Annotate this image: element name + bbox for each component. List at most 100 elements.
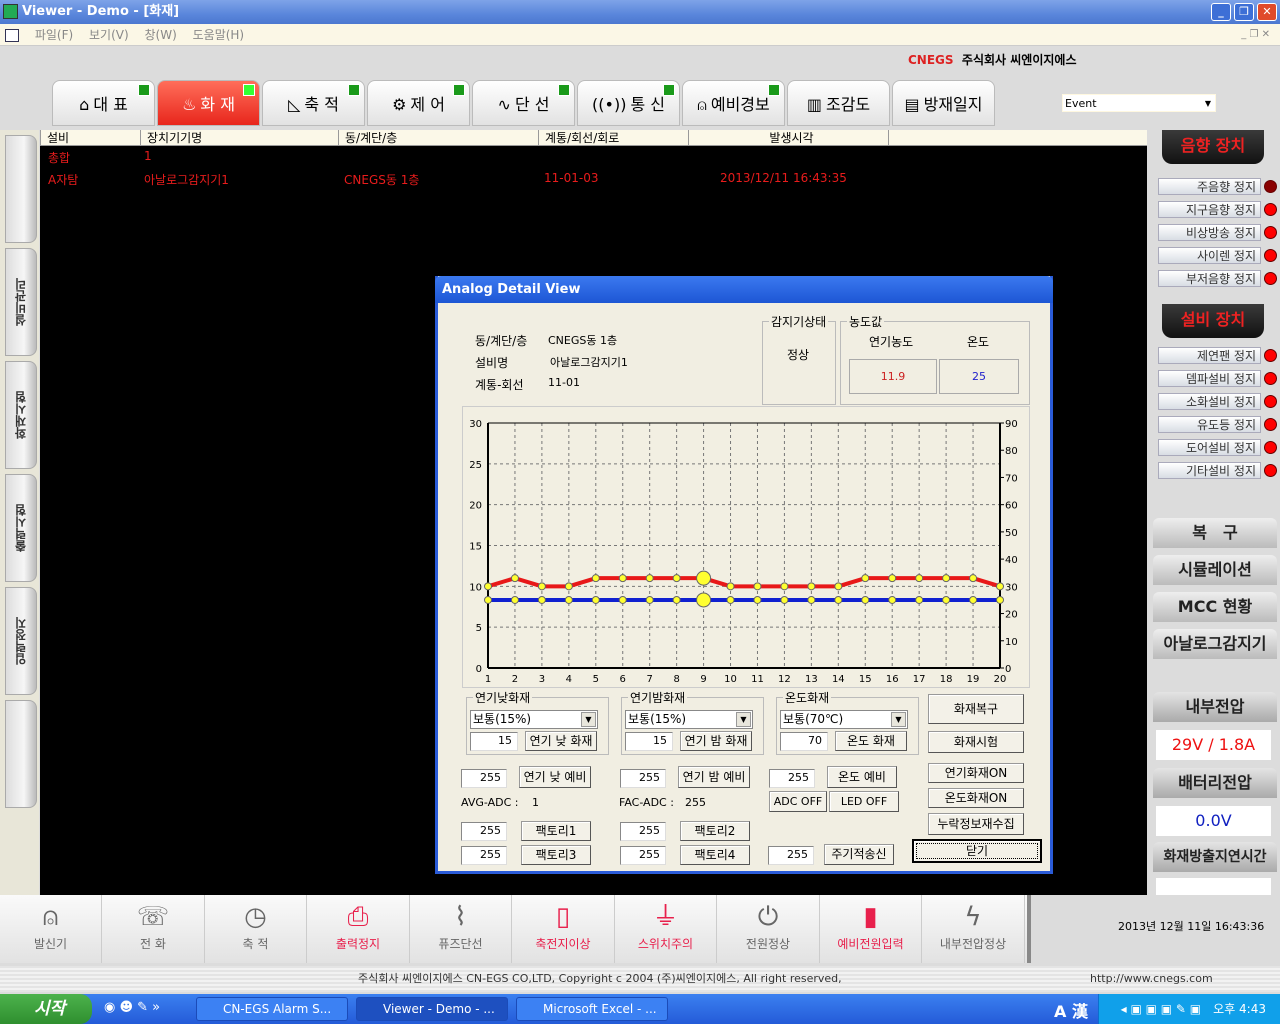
action-button-0[interactable]: 화재복구 <box>928 694 1024 724</box>
column-header[interactable]: 발생시각 <box>688 130 888 146</box>
table-row[interactable]: A자탐 아날로그감지기1 CNEGS동 1층 11-01-03 2013/12/11 1… <box>40 170 1147 190</box>
menu-file[interactable]: 파일(F) <box>35 28 73 42</box>
left-tab-2[interactable]: 화재시험 <box>5 361 37 469</box>
left-tab-3[interactable]: 출력시험 <box>5 474 37 582</box>
factory-button[interactable]: 팩토리2 <box>680 821 750 841</box>
adc-off-button[interactable]: ADC OFF <box>769 791 827 812</box>
side-button-1[interactable]: 시뮬레이션 <box>1153 555 1277 585</box>
equipment-stop-button[interactable]: 도어설비 정지 <box>1158 439 1261 456</box>
led-off-button[interactable]: LED OFF <box>829 791 899 812</box>
tab-2[interactable]: ◺ 축 적 <box>262 80 365 126</box>
action-button-3[interactable]: 온도화재ON <box>928 788 1024 808</box>
threshold-select[interactable]: 보통(70℃) ▼ <box>780 710 908 729</box>
factory-input[interactable]: 255 <box>461 822 507 841</box>
sound-stop-button[interactable]: 사이렌 정지 <box>1158 247 1261 264</box>
status-8[interactable]: ▮ 예비전원입력 <box>820 895 922 963</box>
factory-input[interactable]: 255 <box>461 846 507 865</box>
action-button-1[interactable]: 화재시험 <box>928 731 1024 753</box>
threshold-input[interactable]: 15 <box>470 732 518 751</box>
sound-stop-button[interactable]: 부저음향 정지 <box>1158 270 1261 287</box>
equipment-stop-button[interactable]: 뎀파설비 정지 <box>1158 370 1261 387</box>
reserve-button[interactable]: 연기 밤 예비 <box>678 766 750 788</box>
task-excel[interactable]: Microsoft Excel - ... <box>516 997 668 1021</box>
threshold-input[interactable]: 15 <box>625 732 673 751</box>
column-header[interactable]: 동/계단/층 <box>338 130 538 146</box>
close-window-button[interactable]: ✕ <box>1257 3 1277 21</box>
factory-button[interactable]: 팩토리4 <box>680 845 750 865</box>
status-2[interactable]: ◷ 축 적 <box>205 895 307 963</box>
sound-stop-button[interactable]: 지구음향 정지 <box>1158 201 1261 218</box>
tab-0[interactable]: ⌂ 대 표 <box>52 80 155 126</box>
periodic-send-button[interactable]: 주기적송신 <box>824 844 894 865</box>
fire-button[interactable]: 연기 밤 화재 <box>680 731 752 751</box>
status-5[interactable]: ▯ 축전지이상 <box>513 895 615 963</box>
quick-launch-icons[interactable]: ◉ ☻ ✎ » <box>104 1000 160 1015</box>
side-button-3[interactable]: 아날로그감지기 <box>1153 629 1277 659</box>
sound-stop-button[interactable]: 비상방송 정지 <box>1158 224 1261 241</box>
internal-voltage-label: 내부전압 <box>1153 692 1277 722</box>
close-dialog-button[interactable]: 닫기 <box>912 839 1042 863</box>
action-button-2[interactable]: 연기화재ON <box>928 763 1024 783</box>
status-4[interactable]: ⌇ 퓨즈단선 <box>410 895 512 963</box>
column-header[interactable]: 장치기기명 <box>140 130 338 146</box>
threshold-select[interactable]: 보통(15%) ▼ <box>470 710 598 729</box>
website-link[interactable]: http://www.cnegs.com <box>1090 966 1213 992</box>
ime-indicator[interactable]: A 漢 <box>1054 998 1088 1022</box>
sound-stop-button[interactable]: 주음향 정지 <box>1158 178 1261 195</box>
reserve-input[interactable]: 255 <box>461 769 507 788</box>
reserve-button[interactable]: 연기 낮 예비 <box>519 766 591 788</box>
restore-button[interactable]: ❐ <box>1234 3 1254 21</box>
task-viewer[interactable]: Viewer - Demo - ... <box>356 997 508 1021</box>
threshold-input[interactable]: 70 <box>780 732 828 751</box>
menu-window[interactable]: 창(W) <box>145 28 177 42</box>
fire-group-0: 연기낮화재 보통(15%) ▼ 15 연기 낮 화재 <box>466 689 609 755</box>
equipment-stop-button[interactable]: 제연팬 정지 <box>1158 347 1261 364</box>
equipment-stop-button[interactable]: 기타설비 정지 <box>1158 462 1261 479</box>
table-row[interactable]: 총합 1 <box>40 148 1147 168</box>
side-button-0[interactable]: 복 구 <box>1153 518 1277 548</box>
action-button-4[interactable]: 누락정보재수집 <box>928 813 1024 835</box>
status-7[interactable]: ⏻ 전원정상 <box>718 895 820 963</box>
reserve-input[interactable]: 255 <box>620 769 666 788</box>
left-tab-1[interactable]: 설비관리 <box>5 248 37 356</box>
factory-input[interactable]: 255 <box>620 846 666 865</box>
equipment-stop-button[interactable]: 유도등 정지 <box>1158 416 1261 433</box>
threshold-select[interactable]: 보통(15%) ▼ <box>625 710 753 729</box>
tab-8[interactable]: ▤ 방재일지 <box>892 80 995 126</box>
factory-button[interactable]: 팩토리1 <box>521 821 591 841</box>
periodic-input[interactable]: 255 <box>768 846 814 865</box>
event-select[interactable]: Event ▼ <box>1062 94 1216 112</box>
tab-1[interactable]: ♨ 화 재 <box>157 80 260 126</box>
left-tab-0[interactable] <box>5 135 37 243</box>
fire-button[interactable]: 온도 화재 <box>835 731 907 751</box>
tab-5[interactable]: ((•)) 통 신 <box>577 80 680 126</box>
menu-help[interactable]: 도움말(H) <box>193 28 245 42</box>
status-1[interactable]: ☏ 전 화 <box>103 895 205 963</box>
tab-6[interactable]: ⍝ 예비경보 <box>682 80 785 126</box>
tab-7[interactable]: ▥ 조감도 <box>787 80 890 126</box>
start-button[interactable]: 시작 <box>0 994 92 1024</box>
fire-button[interactable]: 연기 낮 화재 <box>525 731 597 751</box>
factory-button[interactable]: 팩토리3 <box>521 845 591 865</box>
mdi-controls[interactable]: _ ❐ ✕ <box>1241 24 1270 46</box>
minimize-button[interactable]: _ <box>1211 3 1231 21</box>
tab-3[interactable]: ⚙ 제 어 <box>367 80 470 126</box>
status-0[interactable]: ⍝ 발신기 <box>0 895 102 963</box>
status-9[interactable]: ϟ 내부전압정상 <box>923 895 1025 963</box>
status-6[interactable]: ⏚ 스위치주의 <box>615 895 717 963</box>
status-flag-icon <box>453 84 465 96</box>
factory-input[interactable]: 255 <box>620 822 666 841</box>
column-header[interactable]: 설비 <box>40 130 140 146</box>
left-tab-5[interactable] <box>5 700 37 808</box>
reserve-input[interactable]: 255 <box>769 769 815 788</box>
left-tab-4[interactable]: 입력정지 <box>5 587 37 695</box>
column-header[interactable]: 계통/회선/회로 <box>538 130 688 146</box>
equipment-stop-button[interactable]: 소화설비 정지 <box>1158 393 1261 410</box>
status-3[interactable]: ⎙ 출력정지 <box>308 895 410 963</box>
tray-icons[interactable]: ◂ ▣ ▣ ▣ ✎ ▣ <box>1121 1002 1202 1016</box>
task-alarm[interactable]: CN-EGS Alarm S... <box>196 997 348 1021</box>
reserve-button[interactable]: 온도 예비 <box>827 766 897 788</box>
menu-view[interactable]: 보기(V) <box>89 28 129 42</box>
tab-4[interactable]: ∿ 단 선 <box>472 80 575 126</box>
side-button-2[interactable]: MCC 현황 <box>1153 592 1277 622</box>
